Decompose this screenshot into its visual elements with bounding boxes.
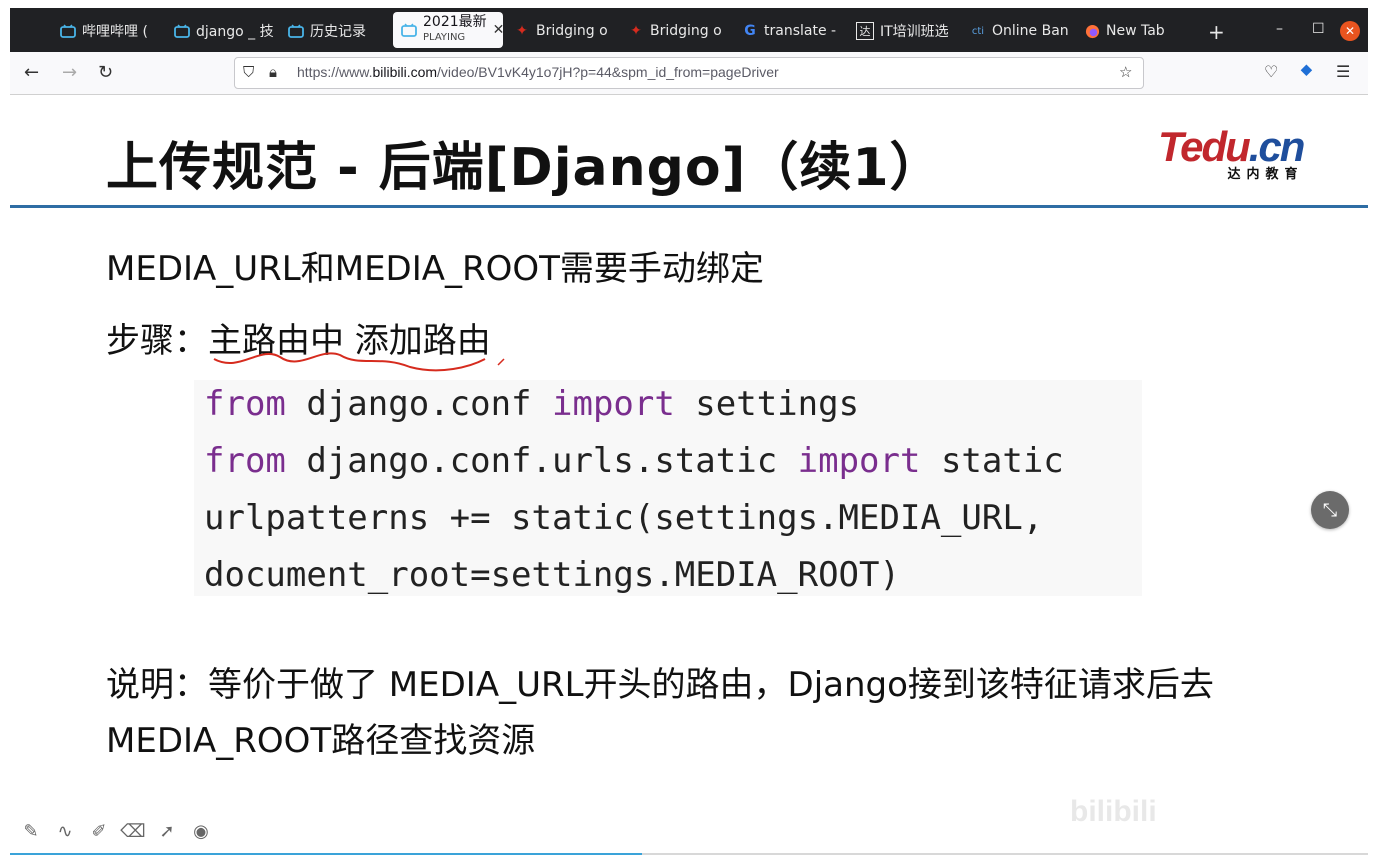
tab-bridging-1[interactable]: ✦ Bridging o [514, 16, 614, 46]
tab-bridging-2[interactable]: ✦ Bridging o [628, 16, 728, 46]
cti-icon: cti [971, 25, 985, 37]
google-icon: G [744, 23, 756, 39]
pointer-icon[interactable]: ➚ [156, 820, 178, 842]
note-line-1: 说明：等价于做了 MEDIA_URL开头的路由，Django接到该特征请求后去 [106, 665, 1214, 705]
close-tab-icon[interactable]: ✕ [493, 22, 503, 38]
progress-bar[interactable] [10, 853, 642, 855]
tab-playing[interactable]: 2021最新 PLAYING ✕ [393, 12, 503, 48]
title-divider [10, 205, 1368, 208]
maple-leaf-icon: ✦ [630, 23, 642, 39]
firefox-icon [1084, 23, 1100, 39]
new-tab-button[interactable]: + [1208, 20, 1225, 44]
reload-icon[interactable]: ↻ [98, 62, 113, 83]
pen-icon[interactable]: ✎ [20, 820, 42, 842]
maximize-button[interactable]: ☐ [1312, 21, 1325, 37]
tab-new-tab[interactable]: New Tab [1084, 16, 1184, 46]
back-icon[interactable]: ← [24, 62, 39, 83]
exit-fullscreen-icon[interactable]: ⤡ [1311, 491, 1349, 529]
navigation-bar: ← → ↻ ⛉ 🔒︎ https://www.bilibili.com/vide… [10, 52, 1368, 95]
highlighter-icon[interactable]: ✐ [88, 820, 110, 842]
forward-icon[interactable]: → [62, 62, 77, 83]
tab-online-banking[interactable]: cti Online Ban [970, 16, 1070, 46]
da-icon: 达 [856, 22, 874, 40]
tab-history[interactable]: 历史记录 [288, 16, 388, 46]
progress-track[interactable] [642, 853, 1368, 855]
tab-translate[interactable]: G translate - [742, 16, 842, 46]
code-line-1: from django.conf import settings [204, 384, 860, 424]
curve-icon[interactable]: ∿ [54, 820, 76, 842]
bilibili-icon [288, 23, 304, 39]
window-close-button[interactable]: ✕ [1340, 21, 1360, 41]
bilibili-icon [401, 22, 417, 38]
drawing-toolbar: ✎ ∿ ✐ ⌫ ➚ ◉ [20, 820, 212, 850]
bilibili-icon [174, 23, 190, 39]
shield-icon[interactable]: ⛉ [243, 63, 254, 81]
tedu-logo: Tedu.cn 达内教育 [1158, 123, 1305, 182]
eraser-icon[interactable]: ⌫ [120, 820, 145, 842]
maple-leaf-icon: ✦ [516, 23, 528, 39]
slide-title: 上传规范 - 后端[Django]（续1） [106, 138, 943, 198]
code-line-2: from django.conf.urls.static import stat… [204, 441, 1064, 481]
code-line-3: urlpatterns += static(settings.MEDIA_URL… [204, 498, 1044, 538]
lock-icon[interactable]: 🔒︎ [269, 63, 277, 81]
annotation-underline [213, 352, 505, 372]
bilibili-icon [60, 23, 76, 39]
slide: 上传规范 - 后端[Django]（续1） Tedu.cn 达内教育 MEDIA… [10, 95, 1368, 855]
pocket-icon[interactable]: ♡ [1264, 62, 1278, 81]
bilibili-watermark: bilibili [1070, 795, 1157, 828]
extension-icon[interactable]: ⯁ [1300, 62, 1313, 82]
note-line-2: MEDIA_ROOT路径查找资源 [106, 721, 536, 761]
minimize-button[interactable]: – [1276, 21, 1283, 37]
url-text[interactable]: https://www.bilibili.com/video/BV1vK4y1o… [297, 64, 779, 80]
url-bar[interactable]: ⛉ 🔒︎ https://www.bilibili.com/video/BV1v… [234, 57, 1144, 89]
bookmark-star-icon[interactable]: ☆ [1119, 63, 1132, 81]
tab-it-training[interactable]: 达 IT培训班选 [856, 16, 956, 46]
menu-icon[interactable]: ☰ [1336, 62, 1350, 81]
code-line-4: document_root=settings.MEDIA_ROOT) [204, 555, 900, 595]
code-block: from django.conf import settings from dj… [194, 380, 1142, 596]
tab-bilibili-home[interactable]: 哔哩哔哩 ( [60, 16, 160, 46]
tab-bar: 哔哩哔哩 ( django _ 技 历史记录 2021最新 PLAYING ✕ ✦… [10, 8, 1368, 52]
record-icon[interactable]: ◉ [190, 820, 212, 842]
media-binding-text: MEDIA_URL和MEDIA_ROOT需要手动绑定 [106, 249, 764, 289]
tab-django[interactable]: django _ 技 [174, 16, 274, 46]
